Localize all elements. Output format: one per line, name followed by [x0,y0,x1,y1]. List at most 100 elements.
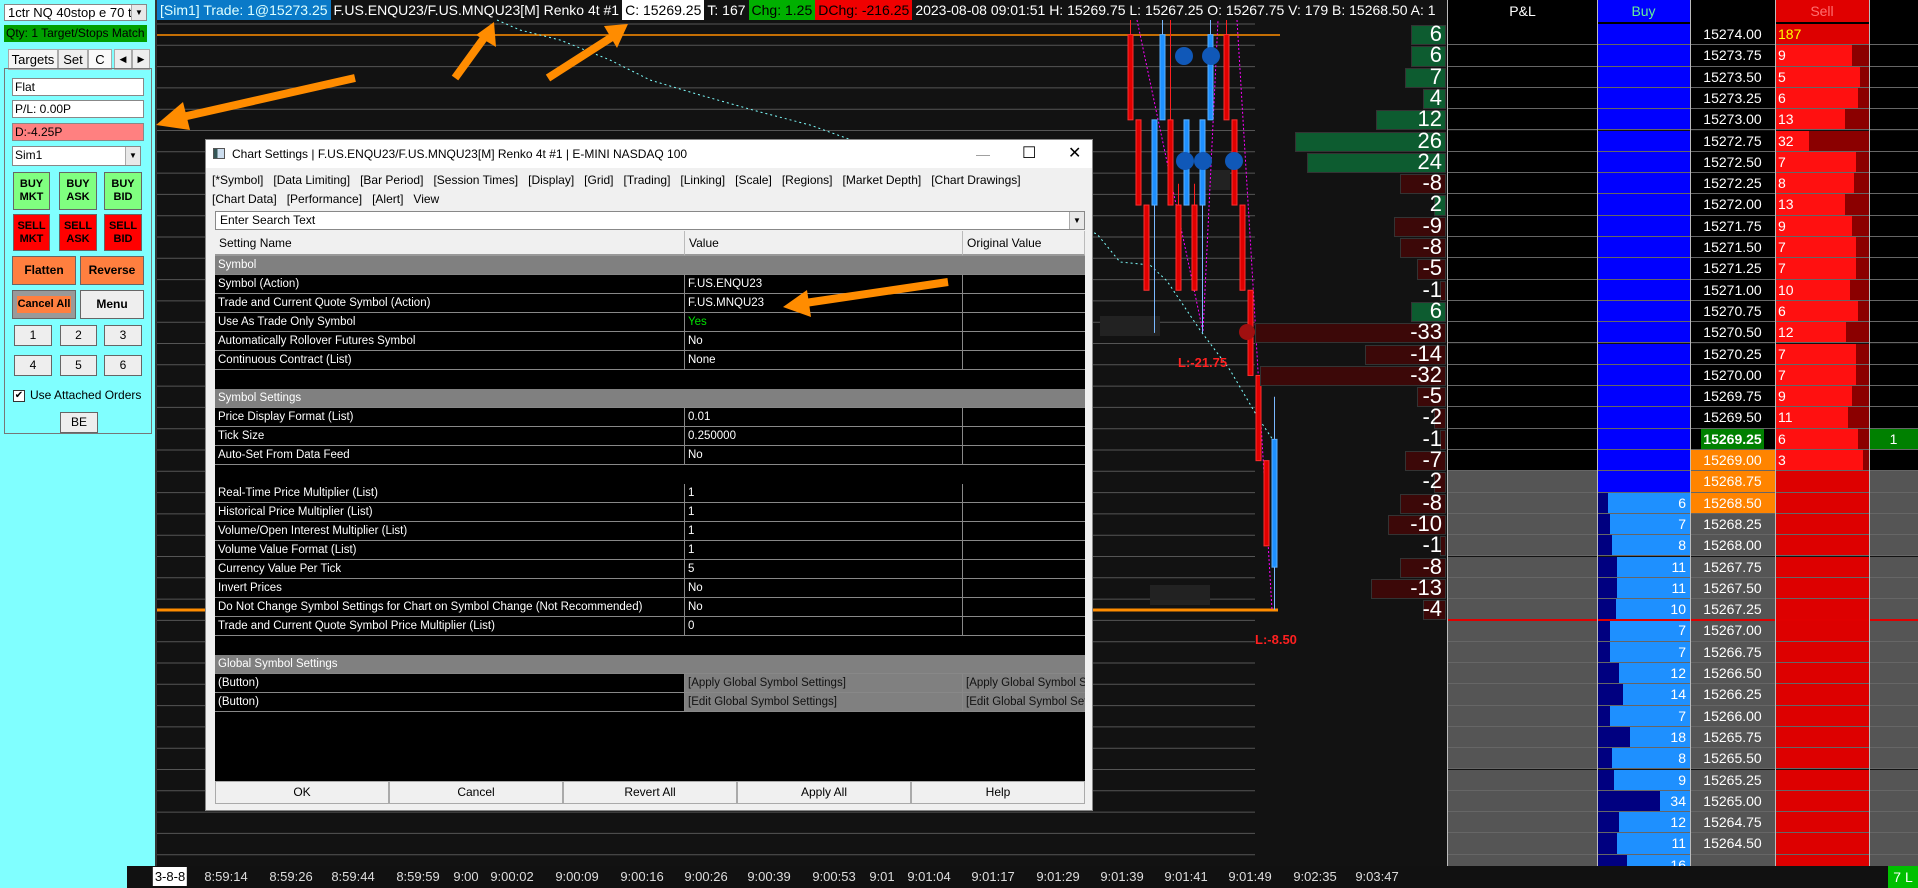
settings-tab-symbol[interactable]: [*Symbol] [212,173,263,187]
settings-group-header[interactable]: Symbol [215,256,1085,275]
renko-bar-up[interactable] [1151,119,1158,206]
ladder-row[interactable]: 15273.00 13 [1448,109,1918,131]
sell-cell[interactable]: 7 [1775,364,1869,386]
buy-cell[interactable] [1597,237,1690,258]
setting-value[interactable]: 0.01 [685,408,963,426]
renko-bar-down[interactable] [1263,460,1270,547]
ladder-row[interactable]: 12 15266.50 [1448,663,1918,685]
buy-cell[interactable] [1597,300,1690,322]
sell-cell[interactable] [1775,577,1869,599]
ladder-row[interactable]: 15271.00 10 [1448,279,1918,301]
settings-tab-chartdata[interactable]: [Chart Data] [212,192,277,206]
settings-row[interactable]: Invert Prices No [215,579,1085,598]
buy-cell[interactable]: 10 [1597,599,1690,620]
renko-bar-down[interactable] [1127,34,1134,121]
ladder-row[interactable]: 15270.25 7 [1448,343,1918,365]
ladder-row[interactable]: 15268.75 [1448,471,1918,493]
sell-cell[interactable]: 6 [1775,300,1869,322]
setting-value[interactable]: 1 [685,503,963,521]
settings-tab-grid[interactable]: [Grid] [584,173,613,187]
sell-cell[interactable] [1775,641,1869,662]
buy-cell[interactable]: 11 [1597,577,1690,599]
sell-cell[interactable]: 13 [1775,194,1869,215]
setting-value[interactable]: No [685,332,963,350]
sell-cell[interactable] [1775,535,1869,556]
ladder-row[interactable]: 15269.25 6 1 [1448,428,1918,450]
sell-cell[interactable]: 9 [1775,215,1869,236]
ladder-row[interactable]: 7 15266.00 [1448,705,1918,727]
ladder-row[interactable]: 10 15267.25 [1448,599,1918,621]
sell-cell[interactable]: 6 [1775,428,1869,449]
settings-row[interactable]: Currency Value Per Tick 5 [215,560,1085,579]
ladder-row[interactable]: 8 15265.50 [1448,748,1918,770]
settings-group-header[interactable]: Global Symbol Settings [215,655,1085,674]
sell-cell[interactable]: 8 [1775,173,1869,194]
setting-value[interactable]: 1 [685,522,963,540]
sell-cell[interactable]: 7 [1775,151,1869,173]
ladder-row[interactable]: 15272.25 8 [1448,173,1918,195]
settings-tab-trading[interactable]: [Trading] [624,173,671,187]
ladder-row[interactable]: 15269.50 11 [1448,407,1918,429]
column-header-original-value[interactable]: Original Value [963,231,1085,256]
buy-cell[interactable] [1597,407,1690,428]
sell-cell[interactable] [1775,492,1869,513]
setting-action-button[interactable]: [Apply Global Symbol Settings] [685,674,963,692]
sell-cell[interactable]: 13 [1775,109,1869,130]
settings-row[interactable]: Trade and Current Quote Symbol (Action) F… [215,294,1085,313]
ladder-row[interactable]: 15271.75 9 [1448,215,1918,237]
buy-cell[interactable] [1597,45,1690,66]
sell-cell[interactable] [1775,663,1869,684]
setting-value[interactable]: No [685,446,963,464]
sell-cell[interactable]: 7 [1775,237,1869,258]
settings-tab-chartdrawings[interactable]: [Chart Drawings] [931,173,1020,187]
ladder-row[interactable]: 18 15265.75 [1448,726,1918,749]
buy-cell[interactable]: 11 [1597,556,1690,577]
renko-bar-down[interactable] [1143,204,1150,291]
renko-bar-up[interactable] [1271,438,1278,568]
ladder-row[interactable]: 15272.75 32 [1448,130,1918,152]
dialog-title-bar[interactable]: Chart Settings | F.US.ENQU23/F.US.MNQU23… [206,140,1092,168]
search-input[interactable]: Enter Search Text ▼ [215,211,1085,230]
renko-bar-down[interactable] [1135,119,1142,206]
buy-cell[interactable]: 12 [1597,812,1690,833]
buy-cell[interactable] [1597,87,1690,109]
sell-cell[interactable] [1775,854,1869,866]
sell-cell[interactable]: 3 [1775,450,1869,471]
settings-row[interactable]: Volume Value Format (List) 1 [215,541,1085,560]
sell-cell[interactable]: 9 [1775,45,1869,66]
sell-cell[interactable] [1775,599,1869,620]
ladder-row[interactable]: 11 15264.50 [1448,833,1918,855]
sell-cell[interactable] [1775,726,1869,748]
sell-cell[interactable]: 32 [1775,130,1869,151]
setting-value[interactable]: F.US.ENQU23 [685,275,963,293]
ladder-row[interactable]: 15273.25 6 [1448,87,1918,110]
settings-row[interactable]: (Button) [Edit Global Symbol Settings] [Ed… [215,693,1085,712]
ladder-row[interactable]: 15273.50 5 [1448,66,1918,88]
buy-cell[interactable] [1597,66,1690,87]
ladder-row[interactable]: 15269.00 3 [1448,450,1918,472]
settings-tab-scale[interactable]: [Scale] [735,173,772,187]
buy-cell[interactable] [1597,322,1690,343]
column-header-setting-name[interactable]: Setting Name [215,231,685,256]
buy-cell[interactable]: 8 [1597,748,1690,769]
buy-cell[interactable] [1597,215,1690,236]
setting-action-button[interactable]: [Apply Global Symbol Settings] [963,674,1085,692]
ladder-row[interactable]: 15270.50 12 [1448,322,1918,344]
ladder-row[interactable]: 11 15267.50 [1448,577,1918,600]
buy-cell[interactable]: 11 [1597,833,1690,854]
buy-cell[interactable]: 14 [1597,684,1690,705]
sell-cell[interactable] [1775,471,1869,492]
setting-action-button[interactable]: [Edit Global Symbol Settings] [963,693,1085,711]
minimize-icon[interactable]: — [976,140,990,168]
ladder-row[interactable]: 14 15266.25 [1448,684,1918,706]
renko-bar-down[interactable] [1255,374,1262,462]
settings-tab-display[interactable]: [Display] [528,173,574,187]
renko-bar-down[interactable] [1239,204,1246,291]
setting-value[interactable]: No [685,579,963,597]
buy-cell[interactable] [1597,194,1690,215]
setting-value[interactable]: 0 [685,617,963,635]
chevron-down-icon[interactable]: ▼ [1069,212,1084,229]
renko-bar-down[interactable] [1175,204,1182,291]
renko-bar-down[interactable] [1167,119,1174,206]
ladder-row[interactable]: 15272.00 13 [1448,194,1918,216]
